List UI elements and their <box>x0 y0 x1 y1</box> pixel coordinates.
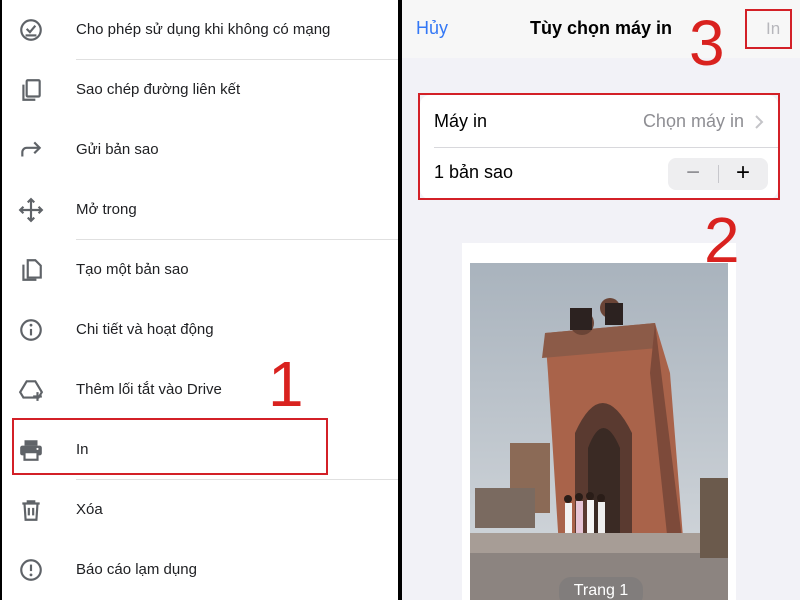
menu-item-report-abuse[interactable]: Báo cáo lạm dụng <box>2 540 398 600</box>
menu-item-copy-link[interactable]: Sao chép đường liên kết <box>2 60 398 120</box>
menu-item-send-copy[interactable]: Gửi bản sao <box>2 120 398 180</box>
step-1-label: 1 <box>268 348 304 420</box>
page-number-badge: Trang 1 <box>559 577 643 600</box>
print-options-sheet: Hủy Tùy chọn máy in In Máy in Chọn máy i… <box>402 0 800 600</box>
church-tower-photo <box>470 263 728 600</box>
navigation-bar: Hủy Tùy chọn máy in In <box>402 0 800 58</box>
menu-item-label: Chi tiết và hoạt động <box>76 321 214 338</box>
send-arrow-icon <box>18 137 44 163</box>
menu-item-label: Cho phép sử dụng khi không có mạng <box>76 21 331 38</box>
menu-item-details[interactable]: Chi tiết và hoạt động <box>2 300 398 360</box>
menu-item-open-in[interactable]: Mở trong <box>2 180 398 240</box>
copy-link-icon <box>18 77 44 103</box>
menu-item-add-shortcut[interactable]: Thêm lối tắt vào Drive <box>2 360 398 420</box>
menu-item-label: Xóa <box>76 501 103 518</box>
file-options-menu: Cho phép sử dụng khi không có mạng Sao c… <box>2 0 398 600</box>
menu-item-label: Sao chép đường liên kết <box>76 81 241 98</box>
step-2-label: 2 <box>704 204 740 276</box>
trash-icon <box>18 497 44 523</box>
menu-item-offline[interactable]: Cho phép sử dụng khi không có mạng <box>2 0 398 60</box>
info-icon <box>18 317 44 343</box>
offline-check-icon <box>18 17 44 43</box>
menu-item-delete[interactable]: Xóa <box>2 480 398 540</box>
print-preview-page[interactable] <box>462 243 736 600</box>
printer-options-highlight-box <box>418 93 780 200</box>
move-arrows-icon <box>18 197 44 223</box>
page-title: Tùy chọn máy in <box>529 18 673 38</box>
file-copy-icon <box>18 257 44 283</box>
menu-item-make-copy[interactable]: Tạo một bản sao <box>2 240 398 300</box>
menu-item-label: Mở trong <box>76 201 137 218</box>
menu-item-label: Thêm lối tắt vào Drive <box>76 381 222 398</box>
report-icon <box>18 557 44 583</box>
step-3-label: 3 <box>689 7 725 79</box>
drive-shortcut-icon <box>18 377 44 403</box>
print-button-highlight-box <box>745 9 792 49</box>
menu-item-label: Gửi bản sao <box>76 141 159 158</box>
menu-item-label: Tạo một bản sao <box>76 261 189 278</box>
menu-item-label: Báo cáo lạm dụng <box>76 561 197 578</box>
print-highlight-box <box>12 418 328 475</box>
